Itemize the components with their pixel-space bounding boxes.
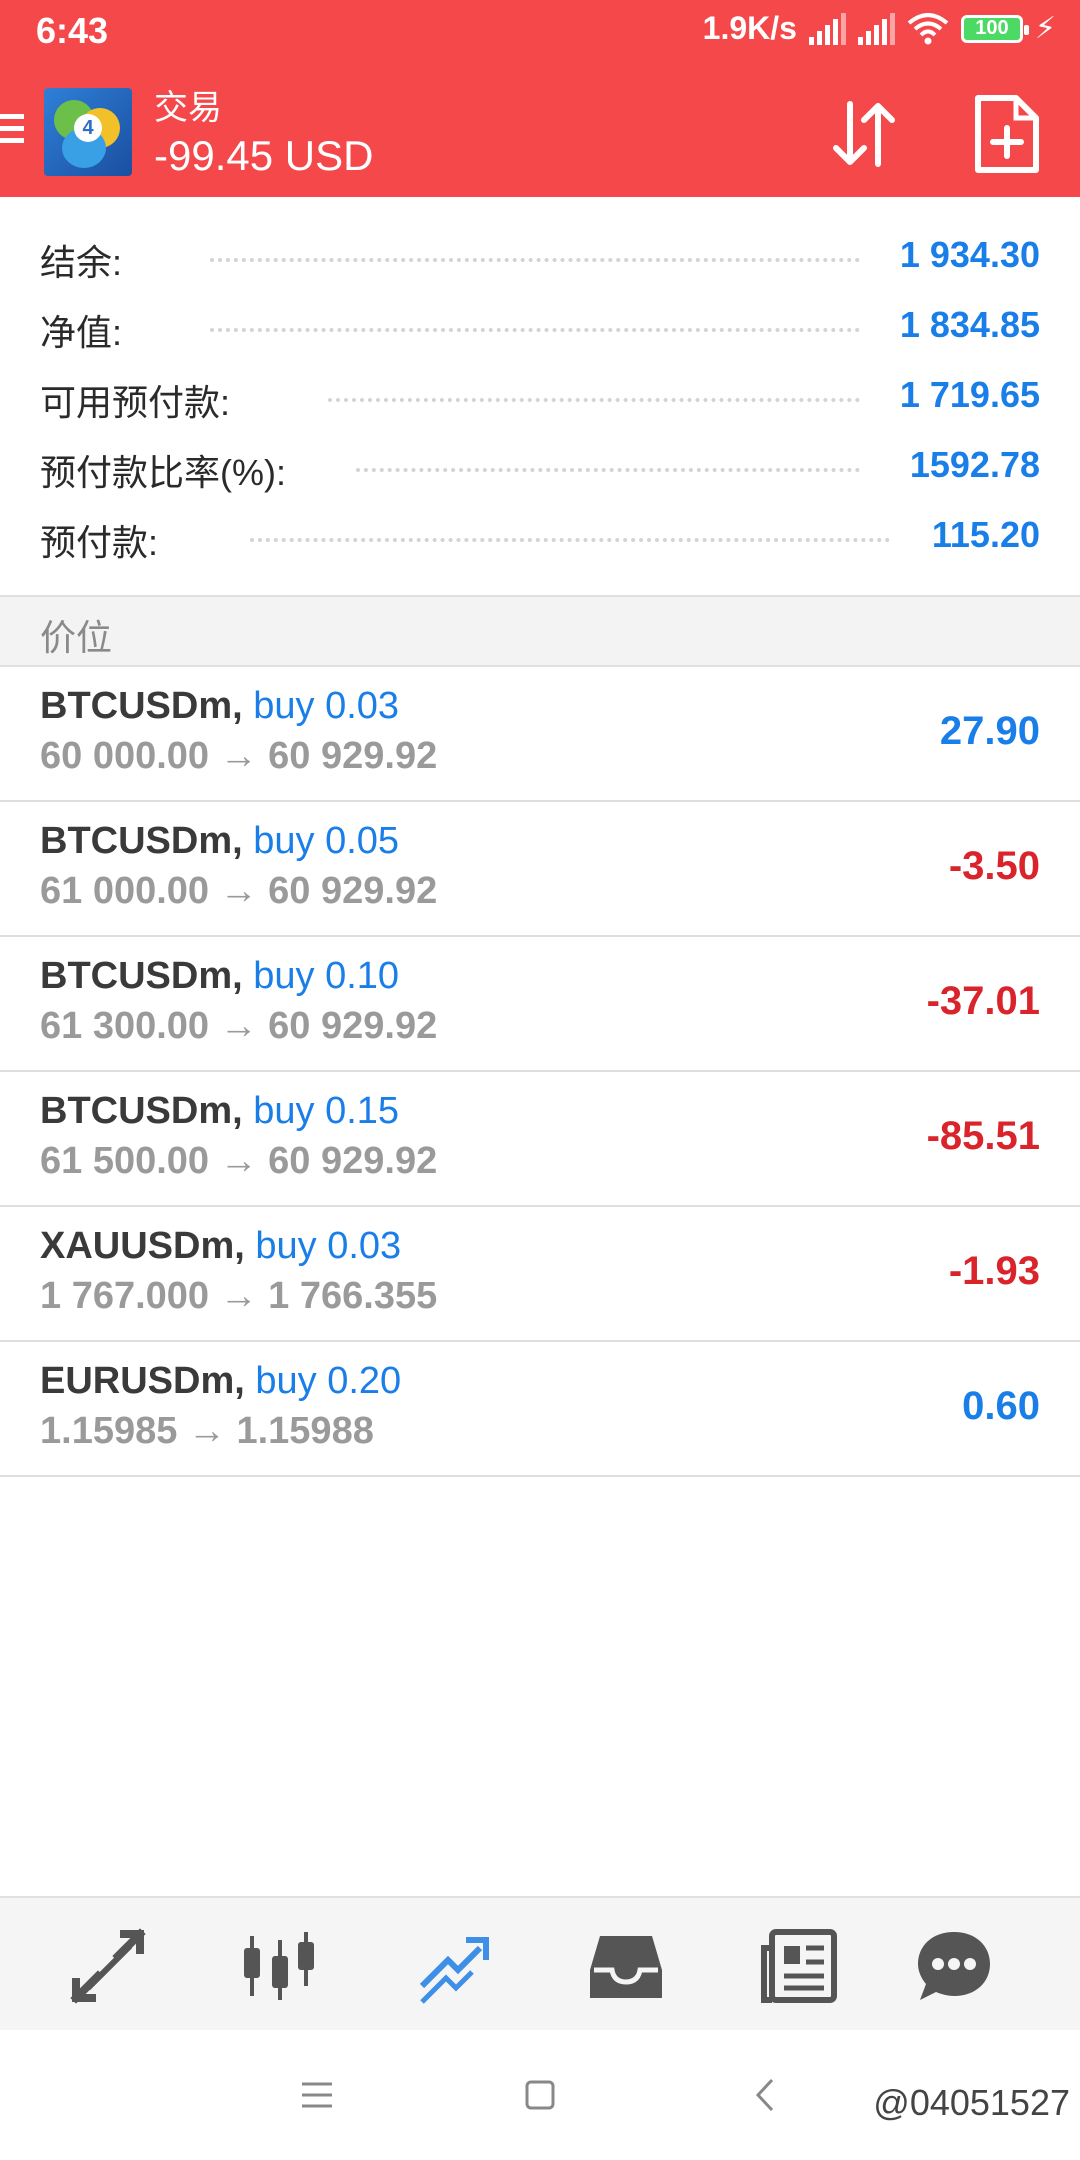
leader-dots <box>250 538 890 542</box>
summary-value: 1592.78 <box>909 444 1040 485</box>
chat-icon[interactable] <box>914 1926 994 2006</box>
position-direction: buy 0.15 <box>253 1090 400 1132</box>
position-prices: 60 000.00 → 60 929.92 <box>40 735 438 777</box>
position-header: BTCUSDm, buy 0.03 <box>40 685 399 728</box>
news-icon[interactable] <box>760 1926 840 2006</box>
position-header: XAUUSDm, buy 0.03 <box>40 1225 401 1268</box>
leader-dots <box>328 398 860 402</box>
position-row[interactable]: BTCUSDm, buy 0.03 60 000.00 → 60 929.92 … <box>0 667 1080 802</box>
leader-dots <box>210 258 860 262</box>
quotes-icon[interactable] <box>68 1926 148 2006</box>
position-profit: -85.51 <box>926 1114 1040 1158</box>
summary-value: 115.20 <box>931 514 1040 555</box>
position-direction: buy 0.05 <box>253 820 400 862</box>
status-indicators: 1.9K/s 100 ⚡ <box>703 10 1056 47</box>
back-icon[interactable] <box>742 2070 792 2120</box>
summary-row-free-margin: 可用预付款: 1 719.65 <box>0 360 1080 430</box>
position-profit: -3.50 <box>948 844 1040 888</box>
summary-label: 可用预付款: <box>40 382 231 423</box>
section-title: 价位 <box>40 617 113 658</box>
position-prices: 1 767.000 → 1 766.355 <box>40 1275 438 1317</box>
position-header: EURUSDm, buy 0.20 <box>40 1360 401 1403</box>
summary-label: 预付款: <box>40 522 159 563</box>
position-profit: -1.93 <box>948 1249 1040 1293</box>
position-symbol: EURUSDm, <box>40 1360 245 1402</box>
recents-icon[interactable] <box>292 2070 342 2120</box>
position-profit: 0.60 <box>962 1384 1040 1428</box>
wifi-icon <box>907 12 949 44</box>
trade-icon[interactable] <box>414 1926 494 2006</box>
floating-profit: -99.45 USD <box>154 132 374 179</box>
battery-icon: 100 <box>960 14 1029 43</box>
signal-icon-2 <box>857 12 895 45</box>
history-icon[interactable] <box>586 1926 666 2006</box>
position-row[interactable]: BTCUSDm, buy 0.05 61 000.00 → 60 929.92 … <box>0 802 1080 937</box>
position-symbol: BTCUSDm, <box>40 820 243 862</box>
charging-icon: ⚡ <box>1034 12 1056 45</box>
position-direction: buy 0.10 <box>253 955 400 997</box>
menu-icon[interactable] <box>0 114 24 148</box>
position-direction: buy 0.20 <box>255 1360 402 1402</box>
bottom-nav <box>0 1896 1080 2030</box>
position-profit: -37.01 <box>926 979 1040 1023</box>
position-row[interactable]: BTCUSDm, buy 0.10 61 300.00 → 60 929.92 … <box>0 937 1080 1072</box>
summary-row-equity: 净值: 1 834.85 <box>0 290 1080 360</box>
position-symbol: XAUUSDm, <box>40 1225 245 1267</box>
position-header: BTCUSDm, buy 0.10 <box>40 955 399 998</box>
page-title: 交易 <box>154 89 222 127</box>
summary-row-balance: 结余: 1 934.30 <box>0 220 1080 290</box>
summary-value: 1 834.85 <box>899 304 1040 345</box>
position-prices: 61 300.00 → 60 929.92 <box>40 1005 438 1047</box>
position-prices: 61 500.00 → 60 929.92 <box>40 1140 438 1182</box>
position-profit: 27.90 <box>939 709 1040 753</box>
position-symbol: BTCUSDm, <box>40 685 243 727</box>
position-symbol: BTCUSDm, <box>40 955 243 997</box>
position-row[interactable]: XAUUSDm, buy 0.03 1 767.000 → 1 766.355 … <box>0 1207 1080 1342</box>
status-bar: 6:43 1.9K/s 100 ⚡ <box>0 0 1080 66</box>
position-row[interactable]: EURUSDm, buy 0.20 1.15985 → 1.15988 0.60 <box>0 1342 1080 1477</box>
home-icon[interactable] <box>515 2070 565 2120</box>
summary-value: 1 934.30 <box>899 234 1040 275</box>
network-speed: 1.9K/s <box>702 10 797 46</box>
summary-label: 净值: <box>40 312 123 353</box>
section-header: 价位 <box>0 595 1080 667</box>
position-prices: 61 000.00 → 60 929.92 <box>40 870 438 912</box>
new-order-icon[interactable] <box>972 94 1042 174</box>
summary-label: 结余: <box>40 242 123 283</box>
position-prices: 1.15985 → 1.15988 <box>40 1410 374 1452</box>
summary-row-margin-level: 预付款比率(%): 1592.78 <box>0 430 1080 500</box>
position-symbol: BTCUSDm, <box>40 1090 243 1132</box>
summary-label: 预付款比率(%): <box>40 452 286 493</box>
status-time: 6:43 <box>36 10 109 51</box>
chart-icon[interactable] <box>240 1926 320 2006</box>
position-direction: buy 0.03 <box>255 1225 402 1267</box>
system-nav-bar: @04051527 <box>0 2030 1080 2160</box>
summary-value: 1 719.65 <box>899 374 1040 415</box>
summary-row-margin: 预付款: 115.20 <box>0 500 1080 570</box>
sort-icon[interactable] <box>826 96 902 172</box>
position-direction: buy 0.03 <box>253 685 400 727</box>
top-bar: 6:43 1.9K/s 100 ⚡ 4 交易 -99.45 USD <box>0 0 1080 197</box>
watermark: @04051527 <box>873 2082 1070 2123</box>
signal-icon <box>808 12 846 45</box>
position-row[interactable]: BTCUSDm, buy 0.15 61 500.00 → 60 929.92 … <box>0 1072 1080 1207</box>
position-header: BTCUSDm, buy 0.05 <box>40 820 399 863</box>
leader-dots <box>210 328 860 332</box>
metatrader-logo: 4 <box>44 88 132 176</box>
position-header: BTCUSDm, buy 0.15 <box>40 1090 399 1133</box>
leader-dots <box>356 468 860 472</box>
app-header: 4 交易 -99.45 USD <box>0 66 1080 197</box>
